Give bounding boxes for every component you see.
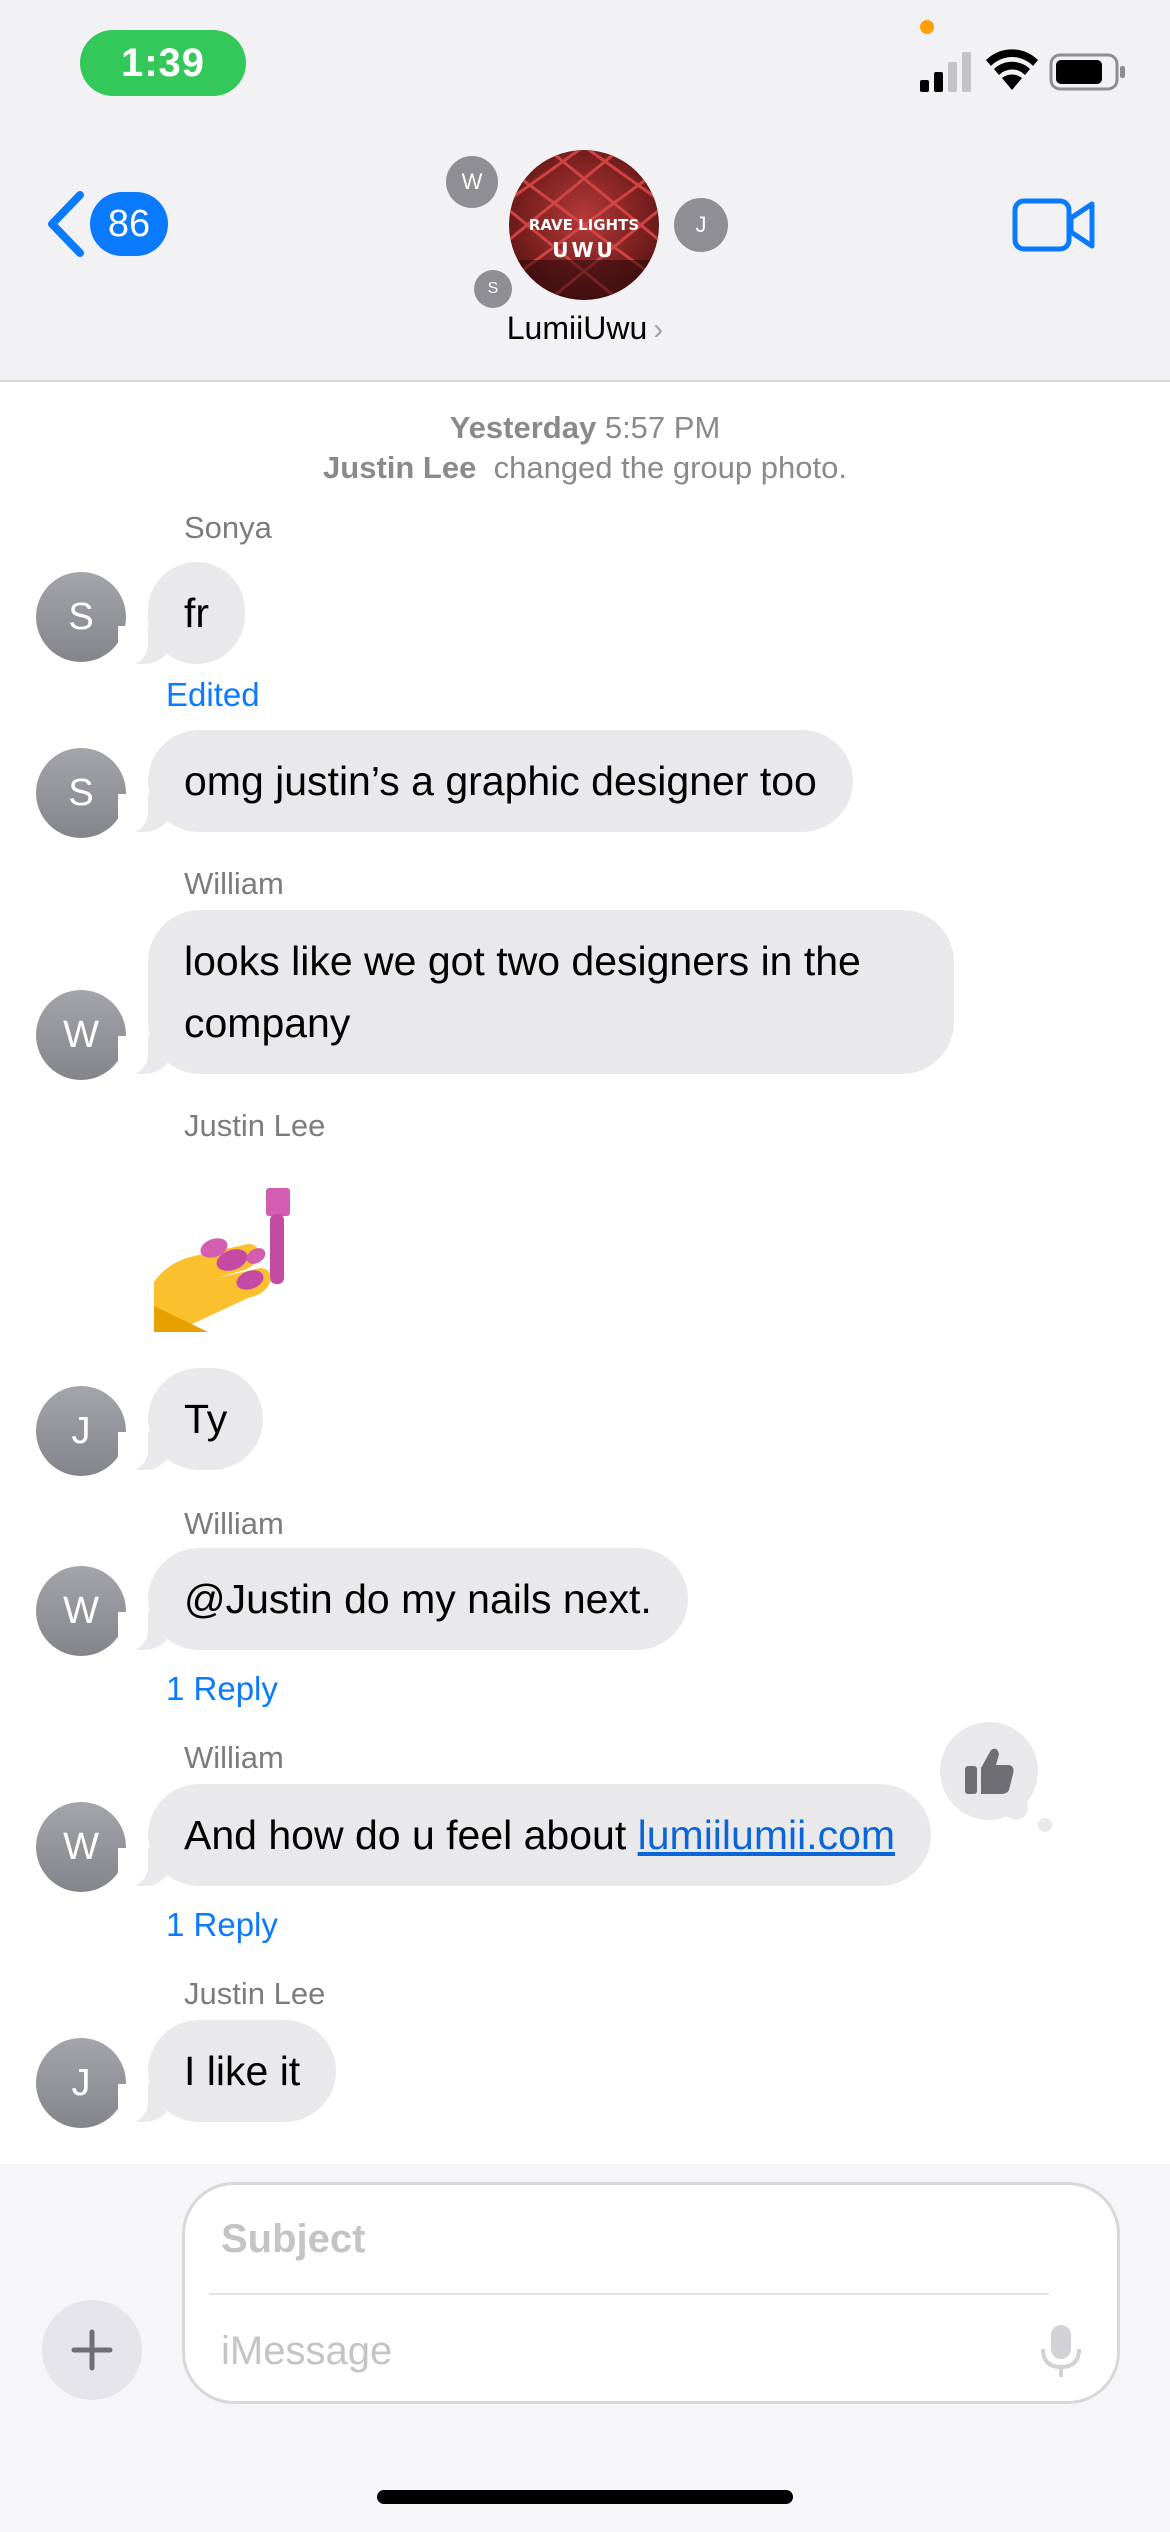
member-avatar-w: W [446, 156, 498, 208]
microphone-icon[interactable] [1039, 2323, 1083, 2379]
message-bubble[interactable]: looks like we got two designers in the co… [118, 910, 954, 1076]
sender-name: Justin Lee [184, 1976, 326, 2011]
reply-count-link[interactable]: 1 Reply [166, 1670, 278, 1708]
sender-name: Justin Lee [184, 1108, 326, 1143]
avatar[interactable]: S [36, 572, 126, 662]
sender-name: William [184, 1740, 284, 1775]
avatar[interactable]: J [36, 2038, 126, 2128]
chevron-left-icon [48, 191, 84, 257]
group-photo-title: RAVE LIGHTS [528, 216, 640, 234]
plus-icon [71, 2329, 113, 2371]
privacy-indicator-dot [920, 20, 934, 34]
message-bubble[interactable]: And how do u feel about lumiilumii.com [117, 1784, 932, 1888]
reply-count-link[interactable]: 1 Reply [166, 1906, 278, 1944]
input-divider [209, 2293, 1049, 2295]
member-avatar-j: J [674, 198, 728, 252]
message-link[interactable]: lumiilumii.com [638, 1812, 895, 1858]
unread-count-badge: 86 [90, 192, 168, 256]
sender-name: Sonya [184, 510, 272, 545]
edited-label[interactable]: Edited [166, 676, 260, 714]
nail-polish-emoji[interactable] [148, 1186, 298, 1332]
avatar[interactable]: S [36, 748, 126, 838]
message-bubble[interactable]: @Justin do my nails next. [118, 1548, 688, 1652]
back-button[interactable]: 86 [46, 186, 176, 262]
battery-icon [1049, 53, 1125, 91]
home-indicator[interactable] [377, 2490, 793, 2504]
message-bubble[interactable]: omg justin’s a graphic designer too [118, 730, 853, 834]
message-bubble[interactable]: Ty [117, 1368, 264, 1472]
system-note: Justin Lee changed the group photo. [323, 450, 847, 485]
avatar[interactable]: J [36, 1386, 126, 1476]
avatar[interactable]: W [36, 990, 126, 1080]
video-camera-icon[interactable] [1012, 196, 1096, 254]
group-name[interactable]: LumiiUwu › [0, 310, 1170, 347]
add-attachment-button[interactable] [42, 2300, 142, 2400]
wifi-icon [986, 49, 1038, 90]
status-time[interactable]: 1:39 [80, 30, 246, 96]
message-bubble[interactable]: fr [117, 562, 246, 666]
sender-name: William [184, 1506, 284, 1541]
avatar[interactable]: W [36, 1802, 126, 1892]
conversation-timestamp: Yesterday 5:57 PM [449, 410, 721, 445]
member-avatar-s: S [474, 270, 512, 308]
message-bubble[interactable]: I like it [117, 2020, 337, 2124]
tapback-tail-dot [1004, 1796, 1028, 1820]
sender-name: William [184, 866, 284, 901]
thumbs-up-icon [965, 1748, 1014, 1794]
tapback-tail-dot [1038, 1818, 1052, 1832]
message-composer [182, 2182, 1120, 2404]
group-photo[interactable]: RAVE LIGHTS UWU [509, 150, 659, 300]
group-photo-subtitle: UWU [552, 238, 616, 262]
chevron-right-icon: › [653, 313, 664, 346]
conversation-header: 1:39 86 W J S RAVE LIGHTS UWU LumiiUwu › [0, 0, 1170, 382]
cellular-signal-icon [920, 52, 971, 92]
status-icons [920, 49, 1125, 92]
imessage-input[interactable] [221, 2319, 1001, 2383]
avatar[interactable]: W [36, 1566, 126, 1656]
subject-input[interactable] [221, 2207, 1041, 2271]
